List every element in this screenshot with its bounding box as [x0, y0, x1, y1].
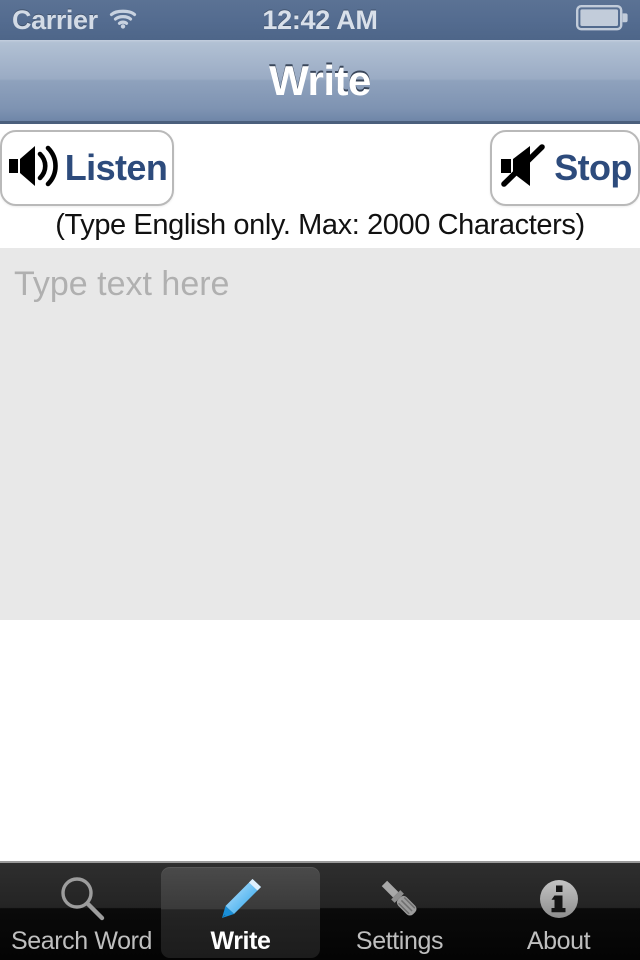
main-content: Listen Stop (Type English only. Max: 200… [0, 127, 640, 861]
tab-write-label: Write [210, 927, 271, 955]
app-root: Carrier 12:42 AM Write Listen Stop (Type… [0, 0, 640, 960]
status-bar-left: Carrier [12, 5, 138, 36]
input-hint-row: (Type English only. Max: 2000 Characters… [0, 209, 640, 243]
listen-button-label: Listen [64, 147, 168, 188]
tab-settings-label: Settings [355, 927, 444, 955]
battery-icon [576, 4, 628, 36]
info-circle-icon [534, 873, 584, 925]
input-hint-text: (Type English only. Max: 2000 Characters… [55, 209, 585, 241]
speaker-on-icon [7, 142, 63, 195]
navigation-bar: Write [0, 40, 640, 124]
screwdriver-icon [375, 873, 425, 925]
listen-button[interactable]: Listen [0, 130, 174, 206]
speaker-mute-icon [498, 142, 552, 195]
clock-label: 12:42 AM [262, 4, 378, 35]
wifi-icon [108, 6, 138, 35]
text-input[interactable] [0, 248, 640, 620]
carrier-label: Carrier [12, 4, 98, 35]
status-bar: Carrier 12:42 AM [0, 0, 640, 40]
tab-about[interactable]: About [479, 867, 638, 958]
magnifier-icon [57, 873, 107, 925]
tab-write[interactable]: Write [161, 867, 320, 958]
tab-about-label: About [526, 927, 591, 955]
page-title: Write [269, 56, 371, 104]
tab-bar: Search Word Write Settings About [0, 861, 640, 960]
audio-controls-row: Listen Stop [0, 127, 640, 209]
pencil-icon [216, 873, 266, 925]
tab-settings[interactable]: Settings [320, 867, 479, 958]
status-bar-right [576, 4, 628, 36]
stop-button-label: Stop [554, 147, 632, 188]
tab-search-word[interactable]: Search Word [2, 867, 161, 958]
stop-button[interactable]: Stop [490, 130, 640, 206]
tab-search-word-label: Search Word [10, 927, 153, 955]
